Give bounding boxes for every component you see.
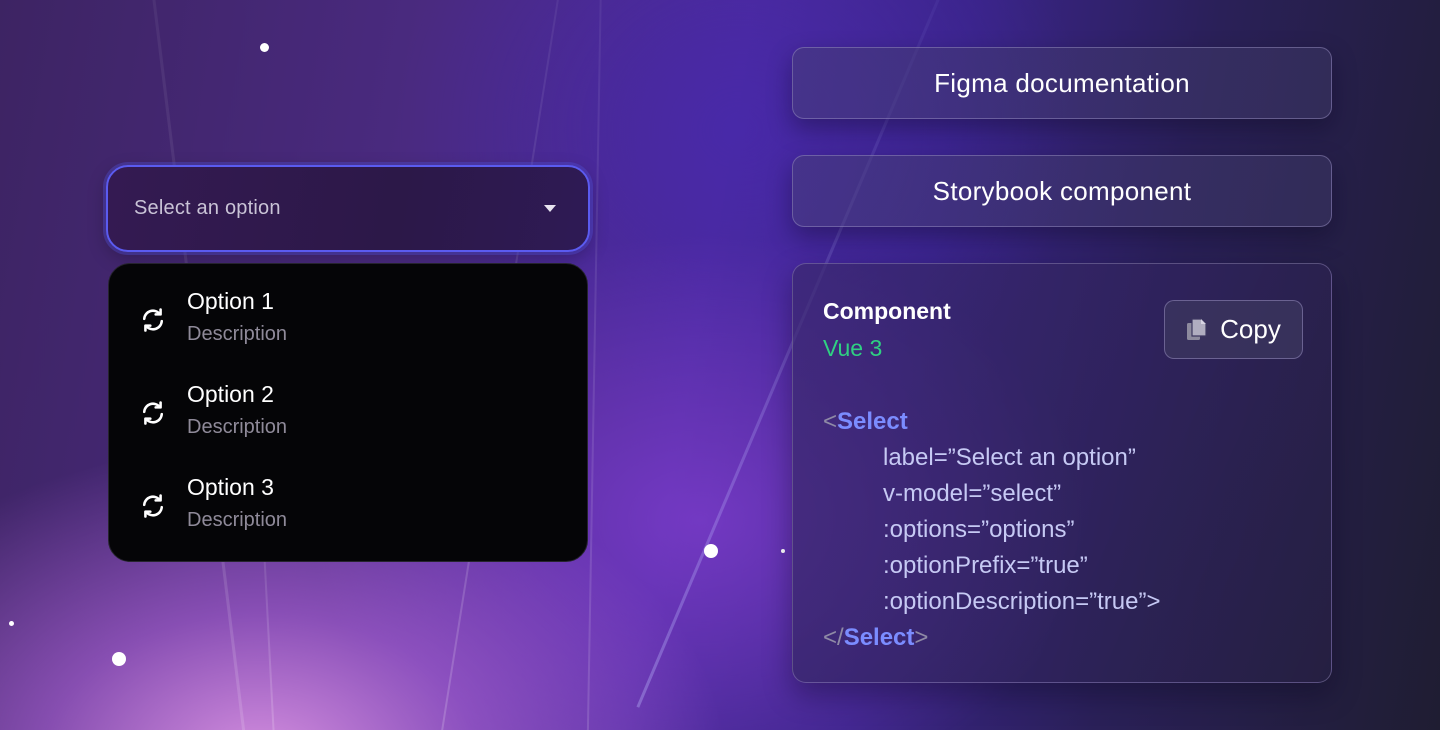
code-bracket: </ (823, 624, 844, 651)
code-tag: Select (837, 408, 908, 435)
code-attr: :optionDescription=”true” (883, 588, 1147, 615)
code-block: <Select label=”Select an option” v-model… (823, 404, 1160, 656)
copy-icon (1187, 317, 1207, 340)
select-placeholder: Select an option (134, 197, 281, 219)
code-snippet-card: Component Vue 3 Copy <Select label=”Sele… (792, 263, 1332, 683)
figma-documentation-button[interactable]: Figma documentation (792, 47, 1332, 119)
light-beam (586, 0, 602, 730)
sparkle-dot (781, 549, 785, 553)
code-bracket: > (1146, 588, 1161, 615)
card-title: Component (823, 298, 951, 324)
dropdown-option[interactable]: Option 3 Description (109, 472, 587, 565)
option-description: Description (187, 416, 288, 438)
code-tag: Select (843, 624, 915, 651)
framework-label: Vue 3 (823, 335, 883, 361)
code-bracket: < (823, 408, 838, 435)
sync-icon (142, 308, 164, 332)
sparkle-dot (704, 544, 718, 558)
code-line: :optionPrefix=”true” (883, 552, 1088, 579)
sync-icon (142, 401, 164, 425)
dropdown-option[interactable]: Option 1 Description (109, 286, 587, 379)
option-description: Description (187, 323, 288, 345)
storybook-component-button[interactable]: Storybook component (792, 155, 1332, 227)
copy-label: Copy (1220, 314, 1281, 344)
sparkle-dot (9, 621, 14, 626)
code-bracket: > (914, 624, 929, 651)
option-label: Option 3 (187, 474, 274, 500)
copy-button[interactable]: Copy (1164, 300, 1303, 359)
code-line: label=”Select an option” (883, 444, 1136, 471)
caret-down-icon (544, 205, 556, 212)
dropdown-option[interactable]: Option 2 Description (109, 379, 587, 472)
option-label: Option 1 (187, 288, 274, 314)
option-description: Description (187, 509, 288, 531)
sparkle-dot (260, 43, 269, 52)
sparkle-dot (112, 652, 126, 666)
code-line: <Select (823, 404, 1160, 440)
code-line: :options=”options” (883, 516, 1075, 543)
dropdown-menu: Option 1 Description Option 2 Descriptio… (108, 263, 588, 562)
option-label: Option 2 (187, 381, 274, 407)
code-line: v-model=”select” (883, 480, 1062, 507)
sync-icon (142, 494, 164, 518)
select-field[interactable]: Select an option (106, 165, 590, 252)
code-line: :optionDescription=”true”> (823, 584, 1160, 620)
code-line: </Select> (823, 620, 1160, 656)
